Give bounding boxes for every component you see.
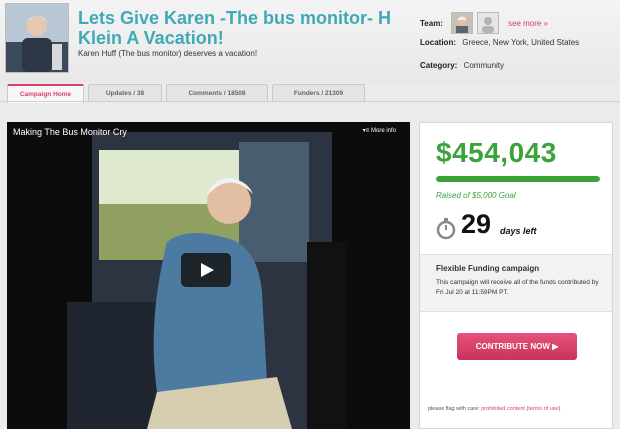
prohibited-content-link[interactable]: prohibited content [481, 406, 525, 412]
see-more-link[interactable]: see more » [508, 19, 548, 28]
funding-type-title: Flexible Funding campaign [436, 264, 540, 273]
team-member-avatar-placeholder[interactable] [476, 12, 499, 34]
contribute-button[interactable]: CONTRIBUTE NOW ▶ [457, 333, 577, 360]
amount-raised: $454,043 [436, 137, 557, 168]
tab-updates[interactable]: Updates / 38 [88, 84, 162, 102]
more-info-icon: ▾≡ [362, 128, 370, 134]
campaign-header: Lets Give Karen -The bus monitor- H Klei… [0, 0, 620, 82]
play-button[interactable] [181, 253, 231, 287]
category-row: Category: Community [420, 61, 504, 70]
campaign-tabs: Campaign Home Updates / 38 Comments / 18… [7, 84, 369, 103]
team-member-avatar[interactable] [450, 12, 473, 34]
flag-prefix: please flag with care: [428, 406, 480, 412]
campaign-thumbnail[interactable] [5, 3, 69, 73]
funding-type-description: This campaign will receive all of the fu… [436, 279, 599, 296]
funding-progress-fill [436, 176, 600, 182]
video-player[interactable]: Making The Bus Monitor Cry ▾≡ More info [7, 122, 410, 429]
team-row: Team: see more » [420, 12, 548, 34]
campaign-title: Lets Give Karen -The bus monitor- H Klei… [78, 8, 392, 48]
location-row: Location: Greece, New York, United State… [420, 38, 579, 47]
more-info-button[interactable]: ▾≡ More info [363, 127, 396, 134]
funding-type-box: Flexible Funding campaign This campaign … [420, 254, 612, 312]
funding-panel: $454,043 Raised of $5,000 Goal 29 days l… [419, 122, 613, 429]
category-value: Community [463, 61, 505, 70]
more-info-label: More info [370, 128, 396, 134]
stopwatch-icon [436, 218, 456, 245]
tab-funders[interactable]: Funders / 21309 [272, 84, 365, 102]
location-value: Greece, New York, United States [462, 38, 580, 47]
video-title: Making The Bus Monitor Cry [13, 127, 127, 137]
location-label: Location: [420, 38, 456, 47]
terms-of-use-link[interactable]: terms of use [528, 406, 558, 412]
goal-text: Raised of $5,000 Goal [436, 191, 516, 200]
campaign-subtitle: Karen Huff (The bus monitor) deserves a … [78, 49, 258, 58]
funding-progress-bar [436, 176, 600, 182]
tabs-divider [0, 101, 620, 102]
tab-comments[interactable]: Comments / 18508 [166, 84, 268, 102]
days-left-number: 29 [461, 209, 492, 239]
category-label: Category: [420, 61, 458, 70]
days-left-label: days left [500, 226, 537, 236]
team-label: Team: [420, 18, 443, 28]
flag-notice: please flag with care: prohibited conten… [428, 406, 561, 412]
